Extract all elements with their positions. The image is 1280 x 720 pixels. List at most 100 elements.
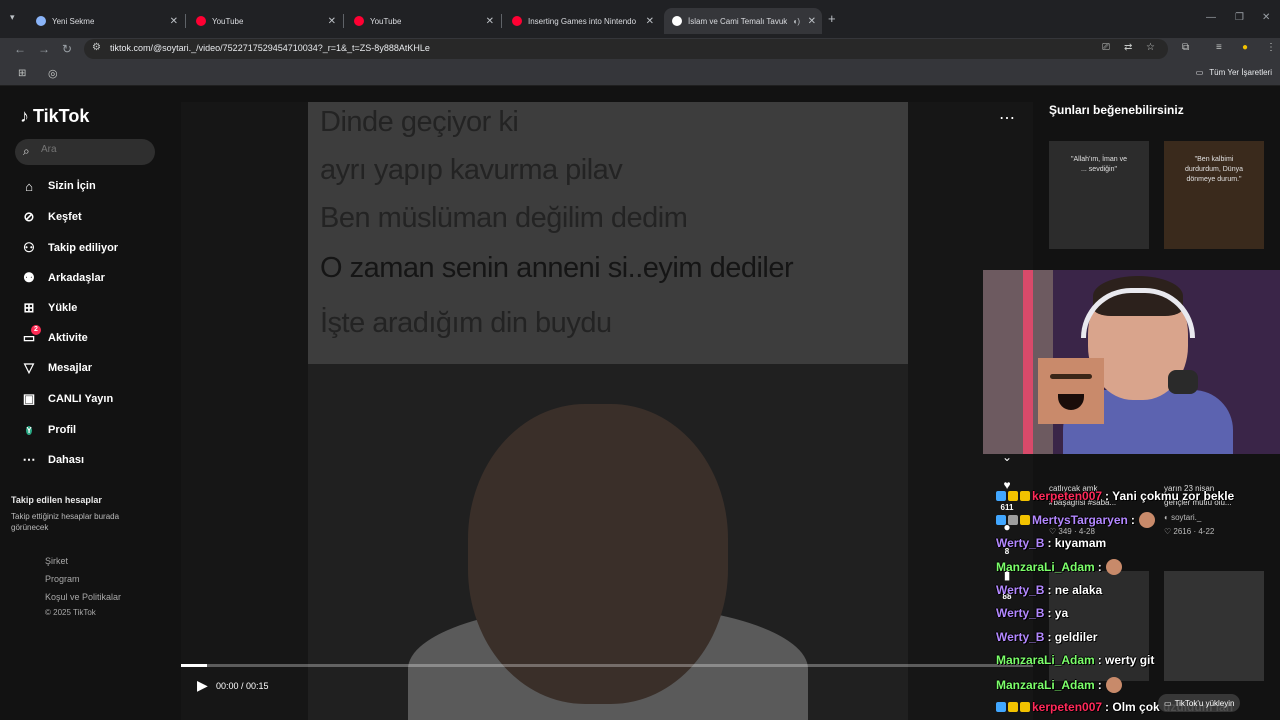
- nav-item[interactable]: ⊞ Yükle: [20, 297, 78, 319]
- browser-toolbar: ← → ↻ ⚙ tiktok.com/@soytari._/video/7522…: [0, 38, 1280, 60]
- footer-link-company[interactable]: Şirket: [45, 556, 68, 566]
- video-time: 00:00 / 00:15: [216, 681, 269, 691]
- chat-message: ManzaraLi_Adam:: [996, 559, 1122, 575]
- minimize-icon[interactable]: —: [1206, 12, 1216, 23]
- audio-playing-icon[interactable]: ◖): [793, 17, 801, 26]
- tab-close-icon[interactable]: ✕: [486, 16, 494, 27]
- nav-item[interactable]: ⚇ Takip ediliyor: [20, 237, 118, 259]
- menu-kebab-icon[interactable]: ⋮: [1266, 42, 1276, 53]
- nav-item[interactable]: ⌂ Sizin İçin: [20, 175, 96, 197]
- folder-icon: ▭: [1195, 68, 1204, 77]
- footer-link-terms[interactable]: Koşul ve Politikalar: [45, 592, 121, 602]
- live-icon: ▣: [22, 391, 36, 406]
- tiktok-logo[interactable]: ♪ TikTok: [20, 106, 89, 127]
- tab-close-icon[interactable]: ✕: [646, 16, 654, 27]
- tiktok-note-icon: ♪: [20, 106, 29, 126]
- nav-item[interactable]: ⊘ Keşfet: [20, 206, 82, 228]
- chat-message: MertysTargaryen:: [996, 512, 1155, 528]
- tab-close-icon[interactable]: ✕: [328, 16, 336, 27]
- followed-accounts-title: Takip edilen hesaplar: [11, 495, 102, 505]
- browser-tab[interactable]: Yeni Sekme ✕: [28, 8, 184, 34]
- more-options-icon[interactable]: ⋯: [999, 108, 1015, 128]
- all-bookmarks-label: Tüm Yer İşaretleri: [1209, 68, 1272, 77]
- search-box[interactable]: ⌕: [15, 139, 155, 165]
- search-input[interactable]: [41, 144, 141, 155]
- rec-thumbnail[interactable]: "Allah'ım, İman ve ... sevdiğin": [1049, 141, 1149, 249]
- notification-badge: 2: [31, 325, 41, 335]
- rec-thumbnail-caption: "Allah'ım, İman ve ... sevdiğin": [1071, 156, 1127, 173]
- play-icon[interactable]: ▶: [197, 677, 208, 694]
- browser-tab[interactable]: Inserting Games into Nintendo ✕: [504, 8, 660, 34]
- nav-item[interactable]: Y Profil: [20, 419, 76, 441]
- tab-title: İslam ve Cami Temalı Tavuk: [688, 16, 788, 26]
- site-info-icon[interactable]: ⚙: [92, 42, 101, 53]
- tab-separator: [185, 14, 186, 28]
- rec-user[interactable]: ◐ soytari._: [1164, 513, 1201, 522]
- apps-grid-icon[interactable]: ⊞: [18, 68, 26, 79]
- avatar: Y: [26, 426, 32, 435]
- chat-username: MertysTargaryen: [1032, 513, 1128, 527]
- browser-tab[interactable]: YouTube ✕: [346, 8, 500, 34]
- chat-username: Werty_B: [996, 630, 1045, 644]
- home-icon: ⌂: [25, 178, 33, 194]
- bookmark-star-icon[interactable]: ☆: [1146, 42, 1155, 53]
- chat-text: : kıyamam: [1047, 536, 1107, 550]
- extensions-icon[interactable]: ⧉: [1182, 42, 1189, 53]
- profile-icon[interactable]: ●: [1242, 42, 1248, 53]
- video-text-card: Dinde geçiyor ki ayrı yapıp kavurma pila…: [308, 102, 908, 364]
- chat-text: : werty git: [1097, 653, 1155, 667]
- translate-icon[interactable]: ⇄: [1124, 42, 1132, 53]
- progress-fill: [181, 664, 207, 667]
- chat-username: ManzaraLi_Adam: [996, 653, 1095, 667]
- browser-tab[interactable]: YouTube ✕: [188, 8, 342, 34]
- browser-tab[interactable]: İslam ve Cami Temalı Tavuk ◖) ✕: [664, 8, 822, 34]
- reading-list-icon[interactable]: ≡: [1216, 42, 1222, 53]
- forward-icon[interactable]: →: [38, 42, 50, 56]
- tab-close-icon[interactable]: ✕: [170, 16, 178, 27]
- video-player[interactable]: Dinde geçiyor ki ayrı yapıp kavurma pila…: [181, 102, 1033, 720]
- chat-message: Werty_B: kıyamam: [996, 536, 1106, 550]
- chat-badge-icon: [1020, 702, 1030, 712]
- address-bar[interactable]: ⚙ tiktok.com/@soytari._/video/7522717529…: [84, 39, 1168, 59]
- tab-title: YouTube: [370, 16, 402, 26]
- video-progress-bar[interactable]: [181, 664, 1033, 667]
- tab-title: Yeni Sekme: [52, 16, 95, 26]
- rec-likes: 349: [1058, 527, 1072, 536]
- tab-search-icon[interactable]: ▾: [10, 12, 15, 23]
- chevron-down-icon[interactable]: ⌄: [998, 450, 1016, 464]
- streamer-webcam-overlay: [983, 270, 1280, 454]
- rec-thumbnail[interactable]: "Ben kalbimi durdurdum, Dünya dönmeye du…: [1164, 141, 1264, 249]
- nav-item[interactable]: ▣ CANLI Yayın: [20, 388, 113, 410]
- chat-text: : geldiler: [1047, 630, 1098, 644]
- url-text[interactable]: tiktok.com/@soytari._/video/752271752945…: [110, 43, 430, 53]
- nav-item[interactable]: ⋯ Dahası: [20, 449, 85, 471]
- chat-text: : ne alaka: [1047, 583, 1103, 597]
- logo-text: TikTok: [33, 106, 90, 126]
- new-tab-button[interactable]: +: [828, 11, 836, 26]
- nav-item[interactable]: ▽ Mesajlar: [20, 357, 92, 379]
- rec-date: 4-28: [1078, 527, 1095, 536]
- reload-icon[interactable]: ↻: [62, 42, 72, 56]
- tab-favicon-icon: [672, 16, 682, 26]
- tab-close-icon[interactable]: ✕: [808, 16, 816, 27]
- chat-badge-icon: [1020, 515, 1030, 525]
- close-window-icon[interactable]: ✕: [1262, 12, 1270, 23]
- video-text-line: Ben müslüman değilim dedim: [320, 202, 688, 234]
- chat-username: ManzaraLi_Adam: [996, 678, 1095, 692]
- maximize-icon[interactable]: ❐: [1235, 12, 1244, 23]
- rec-username: soytari._: [1171, 513, 1202, 522]
- nav-item-label: Arkadaşlar: [48, 272, 105, 284]
- globe-icon[interactable]: ◎: [48, 67, 58, 80]
- nav-item[interactable]: ▭ 2 Aktivite: [20, 325, 88, 349]
- rec-thumbnail[interactable]: [1164, 571, 1264, 681]
- chat-username: Werty_B: [996, 606, 1045, 620]
- chat-emote-icon: [1105, 559, 1122, 575]
- get-app-pill[interactable]: ▭ TikTok'u yükleyin: [1158, 694, 1241, 712]
- back-icon[interactable]: ←: [14, 42, 26, 56]
- chat-badge-icon: [996, 515, 1006, 525]
- all-bookmarks-button[interactable]: ▭ Tüm Yer İşaretleri: [1196, 68, 1272, 77]
- footer-link-program[interactable]: Program: [45, 574, 80, 584]
- cast-icon[interactable]: ⎚: [1102, 42, 1110, 53]
- tab-title: Inserting Games into Nintendo: [528, 16, 637, 26]
- nav-item[interactable]: ⚉ Arkadaşlar: [20, 267, 105, 289]
